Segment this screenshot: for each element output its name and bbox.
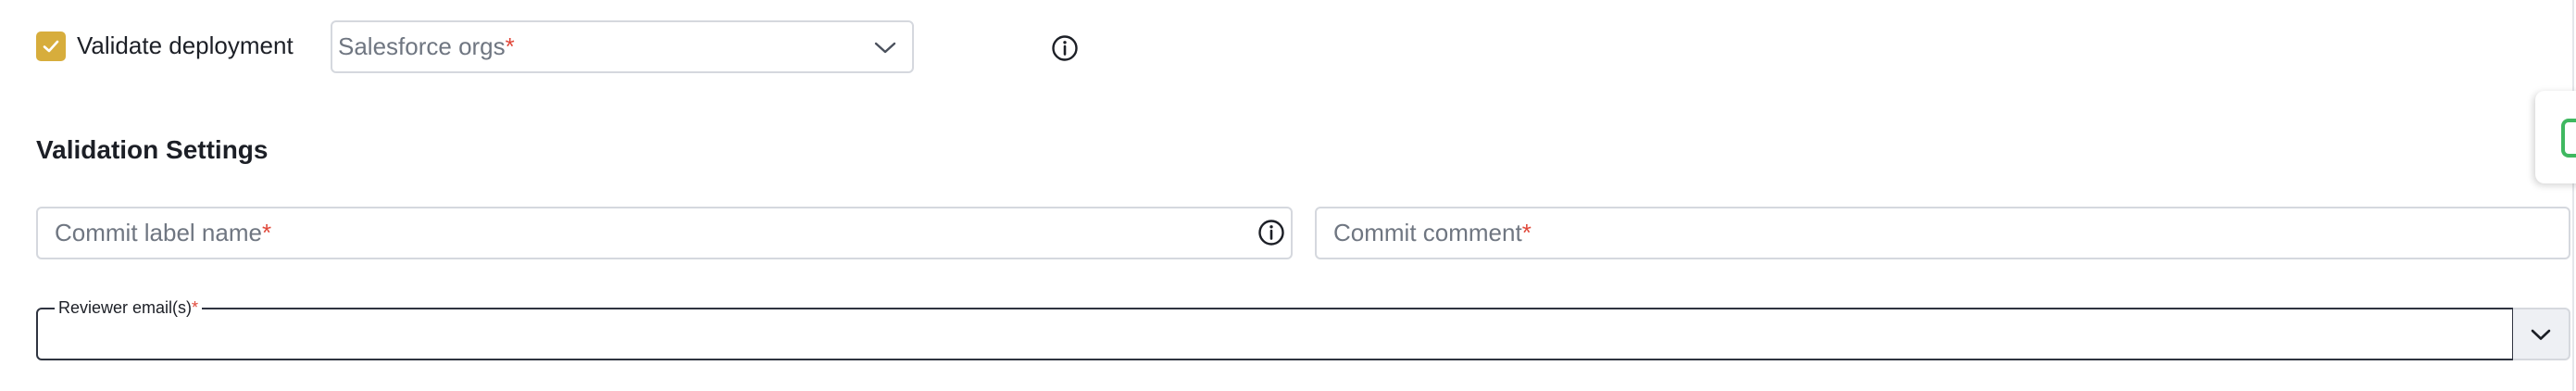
- reviewer-emails-input[interactable]: Reviewer email(s)*: [36, 296, 2514, 360]
- salesforce-orgs-placeholder: Salesforce orgs*: [338, 32, 515, 60]
- panel-edge-divider: [2572, 0, 2574, 391]
- validate-deployment-label[interactable]: Validate deployment: [77, 30, 294, 61]
- commit-label-info-icon[interactable]: [1257, 218, 1286, 247]
- required-marker: *: [1521, 219, 1532, 246]
- validation-settings-heading: Validation Settings: [36, 135, 269, 164]
- commit-label-name-input[interactable]: Commit label name*: [36, 207, 1293, 259]
- orgs-info-icon[interactable]: [1050, 33, 1080, 63]
- salesforce-orgs-select[interactable]: Salesforce orgs*: [331, 20, 914, 73]
- commit-comment-placeholder: Commit comment*: [1333, 219, 1532, 246]
- side-panel-icon: [2561, 119, 2576, 158]
- required-marker: *: [505, 32, 515, 60]
- required-marker: *: [261, 219, 272, 246]
- chevron-down-icon: [874, 42, 896, 54]
- reviewer-emails-dropdown-button[interactable]: [2513, 308, 2570, 360]
- chevron-down-icon: [2531, 329, 2551, 340]
- commit-label-name-placeholder: Commit label name*: [55, 219, 272, 246]
- commit-comment-input[interactable]: Commit comment*: [1315, 207, 2570, 259]
- check-icon: [43, 40, 59, 53]
- required-marker: *: [192, 298, 199, 317]
- side-panel-tab[interactable]: [2535, 91, 2576, 183]
- validate-deployment-checkbox[interactable]: [36, 32, 66, 61]
- deployment-settings-panel: Validate deployment Salesforce orgs* Val…: [0, 0, 2576, 391]
- reviewer-emails-label: Reviewer email(s)*: [55, 296, 203, 319]
